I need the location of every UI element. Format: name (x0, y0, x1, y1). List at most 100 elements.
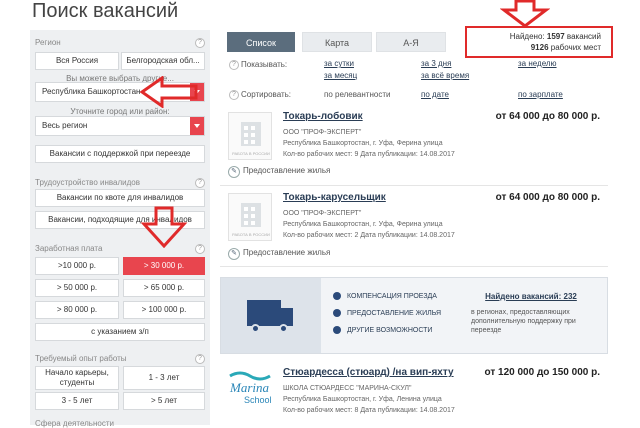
housing-benefit: ✎ Предоставление жилья (228, 248, 330, 260)
promo-description: в регионах, предоставляющих дополнительн… (471, 309, 576, 334)
job-details: ООО "ПРОФ-ЭКСПЕРТ" Республика Башкортост… (283, 127, 455, 160)
region-heading: Регион (35, 38, 61, 47)
city-select[interactable]: Весь регион (35, 116, 205, 136)
salary-80000-button[interactable]: > 80 000 р. (35, 301, 119, 319)
housing-benefit: ✎ Предоставление жилья (228, 166, 330, 178)
vacancies-label: вакансий (566, 32, 601, 41)
belgorod-region-button[interactable]: Белгородская обл... (121, 52, 205, 70)
job-title-link[interactable]: Токарь-карусельщик (283, 192, 386, 203)
chevron-down-icon (190, 117, 204, 135)
marina-school-logo: Marina School (228, 368, 272, 408)
job-location: Республика Башкортостан, г. Уфа, Ленина … (283, 396, 442, 403)
show-day-link[interactable]: за сутки (324, 59, 354, 68)
sort-date-link[interactable]: по дате (421, 90, 449, 99)
promo-feature: Другие возможности (333, 326, 432, 334)
help-icon[interactable]: ? (229, 60, 239, 70)
show-3days-link[interactable]: за 3 дня (421, 59, 451, 68)
help-icon[interactable]: ? (195, 354, 205, 364)
wrench-icon: ✎ (228, 166, 240, 178)
places-label: рабочих мест (550, 43, 601, 52)
region-select-value: Республика Башкортостан (42, 87, 141, 96)
quota-vacancies-button[interactable]: Вакансии по квоте для инвалидов (35, 189, 205, 207)
city-hint: Уточните город или район: (70, 107, 170, 116)
sort-salary-link[interactable]: по зарплате (518, 90, 563, 99)
experience-heading: Требуемый опыт работы (35, 354, 127, 363)
wrench-icon: ✎ (228, 248, 240, 260)
salary-10000-button[interactable]: >10 000 р. (35, 257, 119, 275)
job-details: ШКОЛА СТЮАРДЕСС "МАРИНА-СКУЛ" Республика… (283, 383, 455, 416)
sort-relevance-option[interactable]: по релевантности (324, 90, 390, 99)
job-salary: от 64 000 до 80 000 р. (495, 111, 600, 122)
company-logo: РАБОТА В РОССИИ (228, 193, 272, 241)
job-card: РАБОТА В РОССИИ Токарь-лобовик от 64 000… (220, 106, 608, 186)
annotation-arrow-top (500, 0, 550, 28)
logo-caption: РАБОТА В РОССИИ (232, 232, 270, 237)
promo-feature-label: Предоставление жилья (347, 309, 442, 317)
all-russia-button[interactable]: Вся Россия (35, 52, 119, 70)
show-week-link[interactable]: за неделю (518, 59, 557, 68)
experience-1-3-button[interactable]: 1 - 3 лет (123, 366, 205, 390)
job-meta: Кол-во рабочих мест: 2 Дата публикации: … (283, 232, 455, 239)
benefit-label: Предоставление жилья (243, 248, 331, 257)
job-card: РАБОТА В РОССИИ Токарь-карусельщик от 64… (220, 189, 608, 267)
star-icon (333, 326, 341, 334)
promo-feature-label: Другие возможности (347, 326, 433, 334)
experience-3-5-button[interactable]: 3 - 5 лет (35, 392, 119, 410)
tab-list[interactable]: Список (227, 32, 295, 52)
help-icon[interactable]: ? (229, 90, 239, 100)
annotation-arrow-left (140, 76, 198, 108)
job-company: ООО "ПРОФ-ЭКСПЕРТ" (283, 210, 362, 217)
salary-30000-button[interactable]: > 30 000 р. (123, 257, 205, 275)
bus-icon (333, 292, 341, 300)
wave-icon: Marina School (229, 371, 272, 405)
salary-heading: Заработная плата (35, 244, 103, 253)
found-counter: Найдено: 1597 вакансий 9126 рабочих мест (465, 26, 613, 58)
help-icon[interactable]: ? (195, 178, 205, 188)
job-meta: Кол-во рабочих мест: 9 Дата публикации: … (283, 151, 455, 158)
job-company: ООО "ПРОФ-ЭКСПЕРТ" (283, 129, 362, 136)
disabled-employment-heading: Трудоустройство инвалидов (35, 178, 140, 187)
experience-5plus-button[interactable]: > 5 лет (123, 392, 205, 410)
show-all-time-link[interactable]: за всё время (421, 71, 469, 80)
job-company: ШКОЛА СТЮАРДЕСС "МАРИНА-СКУЛ" (283, 385, 412, 392)
logo-caption: РАБОТА В РОССИИ (232, 151, 270, 156)
promo-found-link[interactable]: Найдено вакансий: 232 (461, 292, 601, 301)
logo-text-line1: Marina (229, 380, 270, 395)
truck-wheel (279, 324, 288, 333)
job-details: ООО "ПРОФ-ЭКСПЕРТ" Республика Башкортост… (283, 208, 455, 241)
building-icon (241, 203, 261, 227)
found-label: Найдено: (509, 32, 545, 41)
show-month-link[interactable]: за месяц (324, 71, 357, 80)
salary-65000-button[interactable]: > 65 000 р. (123, 279, 205, 297)
help-icon[interactable]: ? (195, 38, 205, 48)
relocation-support-button[interactable]: Вакансии с поддержкой при переезде (35, 145, 205, 163)
with-salary-button[interactable]: с указанием з/п (35, 323, 205, 341)
city-select-value: Весь регион (42, 121, 88, 130)
truck-icon (247, 300, 281, 326)
job-location: Республика Башкортостан, г. Уфа, Ферина … (283, 221, 443, 228)
promo-feature: Компенсация проезда (333, 292, 437, 300)
job-meta: Кол-во рабочих мест: 8 Дата публикации: … (283, 407, 455, 414)
vacancies-count: 1597 (546, 32, 565, 41)
job-salary: от 120 000 до 150 000 р. (484, 367, 600, 378)
logo-text-line2: School (244, 395, 272, 405)
places-count: 9126 (530, 43, 549, 52)
tab-map[interactable]: Карта (302, 32, 372, 52)
salary-50000-button[interactable]: > 50 000 р. (35, 279, 119, 297)
sort-label: Сортировать: (241, 90, 292, 99)
promo-feature: Предоставление жилья (333, 309, 441, 317)
job-title-link[interactable]: Токарь-лобовик (283, 111, 363, 122)
job-salary: от 64 000 до 80 000 р. (495, 192, 600, 203)
help-icon[interactable]: ? (195, 244, 205, 254)
field-heading: Сфера деятельности (35, 419, 114, 428)
salary-100000-button[interactable]: > 100 000 р. (123, 301, 205, 319)
experience-start-button[interactable]: Начало карьеры, студенты (35, 366, 119, 390)
tab-alphabet[interactable]: А-Я (376, 32, 446, 52)
building-icon (241, 122, 261, 146)
relocation-promo-banner[interactable]: Компенсация проезда Предоставление жилья… (220, 277, 608, 354)
company-logo: РАБОТА В РОССИИ (228, 112, 272, 160)
page-title: Поиск вакансий (32, 0, 179, 22)
home-icon (333, 309, 341, 317)
job-title-link[interactable]: Стюардесса (стюард) /на вип-яхту (283, 367, 454, 378)
truck-wheel (251, 324, 260, 333)
